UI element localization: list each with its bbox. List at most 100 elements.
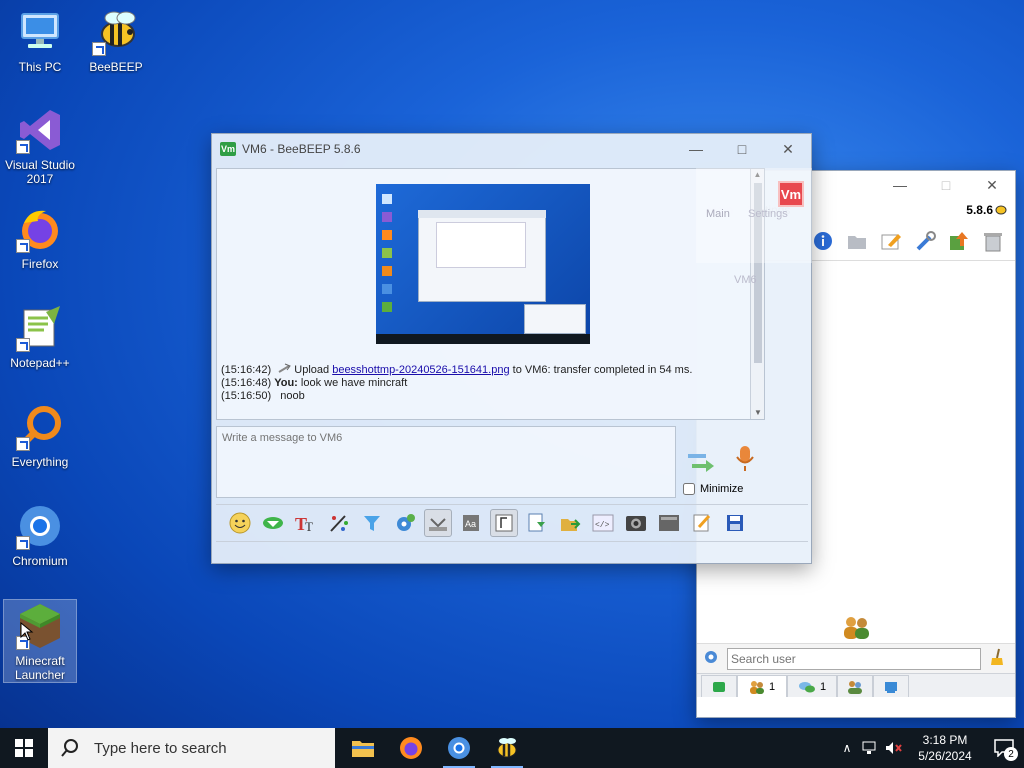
color-pen-icon[interactable] [325, 509, 353, 537]
desktop-icon-visual-studio[interactable]: Visual Studio 2017 [4, 106, 76, 186]
microphone-icon[interactable] [734, 444, 756, 477]
shortcut-arrow-icon [16, 338, 30, 352]
shortcut-arrow-icon [16, 140, 30, 154]
message-prefix: Upload [294, 364, 330, 376]
message-row: (15:16:50) noob [221, 390, 761, 403]
minimize-button[interactable]: — [673, 134, 719, 164]
save-icon[interactable] [721, 509, 749, 537]
maximize-button[interactable]: □ [923, 171, 969, 199]
desktop-icon-label: Chromium [12, 554, 68, 568]
chevron-up-icon[interactable]: ∧ [836, 741, 858, 755]
trash-icon[interactable] [979, 227, 1007, 255]
filter-icon[interactable] [358, 509, 386, 537]
start-button[interactable] [0, 728, 48, 768]
taskbar-beebeep[interactable] [483, 728, 531, 768]
upload-icon[interactable] [945, 227, 973, 255]
chat-toolbar: TT Aa </> [216, 504, 808, 542]
upload-file-icon [278, 363, 292, 373]
notepad-plus-icon [16, 304, 64, 352]
gear-icon[interactable] [703, 649, 719, 668]
desktop-icon-firefox[interactable]: Firefox [4, 205, 76, 271]
screenshot-thumbnail[interactable] [376, 184, 590, 344]
music-note-icon[interactable] [490, 509, 518, 537]
clock[interactable]: 3:18 PM 5/26/2024 [906, 732, 984, 764]
send-arrow-icon[interactable] [684, 446, 718, 477]
shortcut-arrow-icon [16, 437, 30, 451]
taskbar-firefox[interactable] [387, 728, 435, 768]
network-icon[interactable] [858, 741, 882, 755]
close-button[interactable]: ✕ [765, 134, 811, 164]
taskbar-file-explorer[interactable] [339, 728, 387, 768]
desktop-icon-notepad-plus[interactable]: Notepad++ [4, 304, 76, 370]
nudge-icon[interactable] [259, 509, 287, 537]
broom-icon[interactable] [989, 648, 1005, 669]
group-icon [848, 680, 862, 694]
download-tray-icon[interactable] [424, 509, 452, 537]
speaker-muted-icon[interactable] [882, 741, 906, 755]
notes-edit-icon[interactable] [688, 509, 716, 537]
taskbar-search[interactable]: Type here to search [48, 728, 335, 768]
message-text: noob [280, 390, 305, 402]
code-icon[interactable]: </> [589, 509, 617, 537]
menu-main-ghost: Main [706, 208, 730, 220]
desktop-icon-minecraft[interactable]: Minecraft Launcher [3, 599, 77, 683]
tools-icon[interactable] [911, 227, 939, 255]
send-file-icon[interactable] [556, 509, 584, 537]
tab-status[interactable] [701, 675, 737, 697]
notification-center-button[interactable]: 2 [984, 728, 1024, 768]
desktop-icon-label: Everything [11, 455, 69, 469]
version-label: 5.8.6 [966, 203, 993, 217]
minimize-button[interactable]: — [877, 171, 923, 199]
tab-groups[interactable] [837, 675, 873, 697]
font-icon[interactable]: TT [292, 509, 320, 537]
spell-check-icon[interactable]: Aa [457, 509, 485, 537]
search-user-input[interactable] [727, 647, 981, 670]
chat-window: Vm VM6 - BeeBEEP 5.8.6 — □ ✕ (15:16:42) … [211, 133, 812, 564]
save-document-icon[interactable] [523, 509, 551, 537]
message-time: (15:16:50) [221, 390, 272, 402]
bee-icon [497, 738, 517, 758]
close-button[interactable]: ✕ [969, 171, 1015, 199]
message-time: (15:16:42) [221, 364, 272, 376]
desktop-icon-chromium[interactable]: Chromium [4, 502, 76, 568]
clock-date: 5/26/2024 [918, 749, 972, 763]
message-row: (15:16:48) You: look we have mincraft [221, 377, 761, 390]
bee-small-icon [995, 203, 1007, 218]
system-tray: ∧ 3:18 PM 5/26/2024 2 [836, 728, 1024, 768]
maximize-button[interactable]: □ [719, 134, 765, 164]
desktop-icon-label: This PC [18, 60, 62, 74]
svg-text:</>: </> [595, 521, 610, 530]
minimize-label: Minimize [700, 483, 744, 495]
folder-icon[interactable] [843, 227, 871, 255]
taskbar-chromium[interactable] [435, 728, 483, 768]
minimize-option[interactable]: Minimize [683, 483, 743, 495]
camera-icon[interactable] [622, 509, 650, 537]
scroll-down-arrow-icon[interactable]: ▼ [751, 407, 765, 419]
desktop-icon-beebeep[interactable]: BeeBEEP [80, 8, 152, 74]
desktop-icon-this-pc[interactable]: This PC [4, 8, 76, 74]
settings-gear-icon[interactable] [391, 509, 419, 537]
message-text: look we have mincraft [300, 377, 408, 389]
message-input[interactable] [216, 426, 676, 498]
chats-count: 1 [819, 680, 827, 693]
tab-users[interactable]: 1 [737, 675, 787, 697]
info-icon[interactable] [809, 227, 837, 255]
search-icon [61, 739, 78, 757]
tab-shares[interactable] [873, 675, 909, 697]
desktop-icon-label: Firefox [21, 257, 59, 271]
edit-pencil-icon[interactable] [877, 227, 905, 255]
message-area[interactable]: (15:16:42) Upload beesshottmp-20240526-1… [216, 168, 765, 420]
emoticon-icon[interactable] [226, 509, 254, 537]
desktop-icon-everything[interactable]: Everything [4, 403, 76, 469]
shortcut-arrow-icon [16, 239, 30, 253]
tab-chats[interactable]: 1 [787, 675, 837, 697]
screenshot-icon[interactable] [655, 509, 683, 537]
minimize-checkbox[interactable] [683, 483, 695, 495]
firefox-icon [400, 737, 422, 759]
message-row: (15:16:42) Upload beesshottmp-20240526-1… [221, 363, 761, 377]
vm-avatar-icon[interactable]: Vm [778, 181, 804, 207]
file-link[interactable]: beesshottmp-20240526-151641.png [332, 364, 509, 376]
mouse-cursor-icon [20, 622, 34, 641]
message-list: (15:16:42) Upload beesshottmp-20240526-1… [221, 363, 761, 403]
users-group-icon [841, 614, 873, 643]
